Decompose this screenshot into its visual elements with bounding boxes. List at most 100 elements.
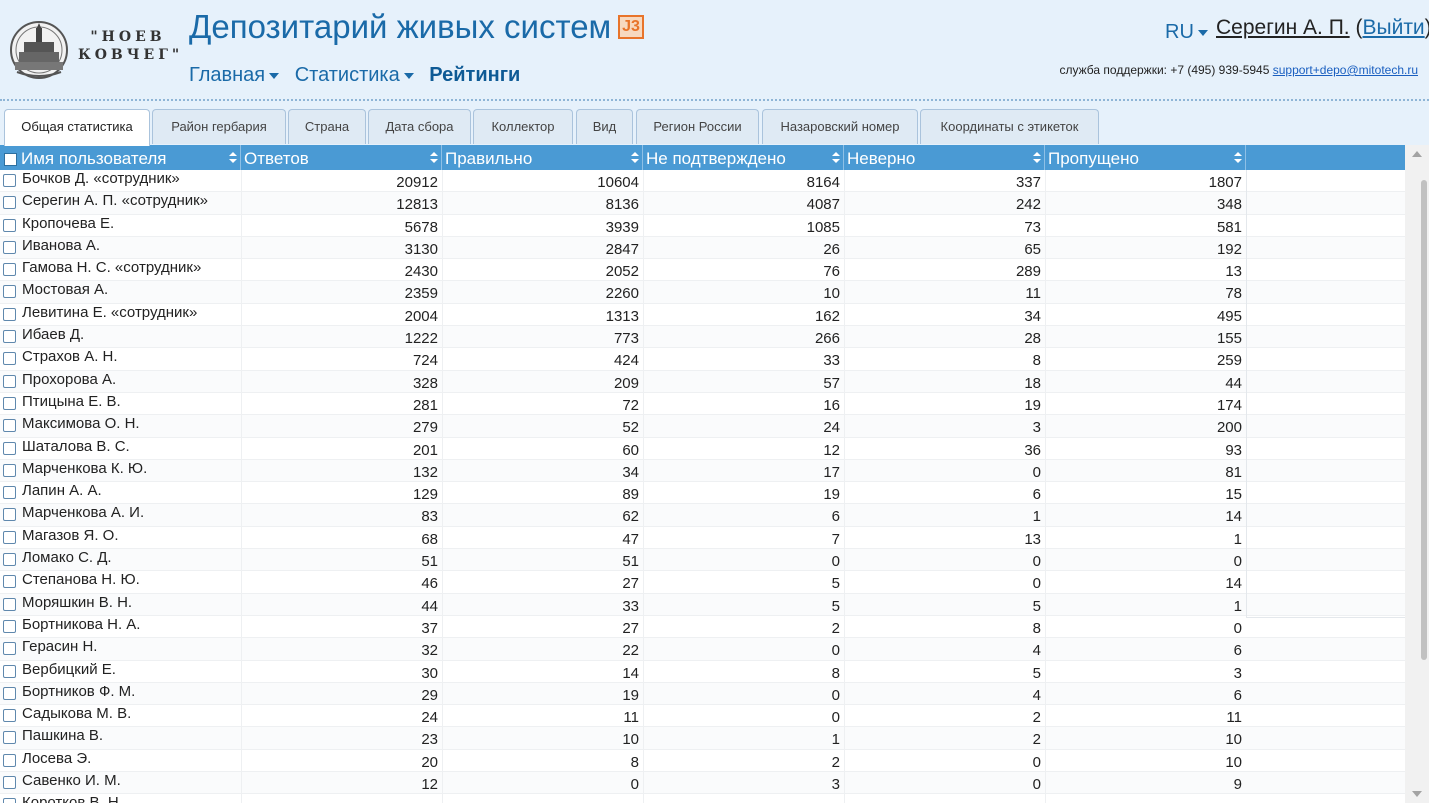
row-checkbox[interactable] — [3, 642, 16, 656]
table-row[interactable]: Бортникова Н. А. 37 27 2 8 0 — [0, 615, 1405, 639]
table-row[interactable]: Левитина Е. «сотрудник» 2004 1313 162 34 495 — [0, 303, 1405, 327]
row-checkbox[interactable] — [3, 174, 16, 187]
row-checkbox[interactable] — [3, 798, 16, 803]
main-nav: Главная Статистика Рейтинги — [189, 64, 530, 87]
row-checkbox[interactable] — [3, 776, 16, 790]
row-checkbox[interactable] — [3, 575, 16, 589]
row-checkbox[interactable] — [3, 196, 16, 210]
column-header-username[interactable]: Имя пользователя — [18, 145, 241, 170]
table-row[interactable]: Марченкова К. Ю. 132 34 17 0 81 — [0, 459, 1405, 483]
column-header-correct[interactable]: Правильно — [442, 145, 643, 170]
row-checkbox[interactable] — [3, 374, 16, 388]
tab-collection-date[interactable]: Дата сбора — [368, 109, 471, 144]
row-checkbox[interactable] — [3, 530, 16, 544]
select-all-checkbox[interactable] — [4, 153, 17, 166]
scrollbar-thumb[interactable] — [1421, 180, 1427, 660]
nav-item-home[interactable]: Главная — [189, 64, 280, 86]
tab-bar: Общая статистика Район гербария Страна Д… — [0, 103, 1429, 146]
row-checkbox[interactable] — [3, 664, 16, 678]
row-checkbox[interactable] — [3, 753, 16, 767]
vertical-scrollbar[interactable] — [1405, 145, 1429, 803]
tab-collector[interactable]: Коллектор — [473, 109, 573, 144]
page-header: "НОЕВ КОВЧЕГ" Депозитарий живых систем J… — [0, 0, 1429, 100]
row-checkbox[interactable] — [3, 709, 16, 723]
row-checkbox[interactable] — [3, 419, 16, 433]
row-checkbox[interactable] — [3, 285, 16, 299]
table-row[interactable]: Иванова А. 3130 2847 26 65 192 — [0, 236, 1405, 260]
row-checkbox[interactable] — [3, 619, 16, 633]
table-row[interactable]: Коротков В. Н. — [0, 794, 1405, 803]
row-checkbox[interactable] — [3, 597, 16, 611]
cell-unconfirmed: 5 — [831, 575, 840, 593]
table-row[interactable]: Максимова О. Н. 279 52 24 3 200 — [0, 415, 1405, 438]
column-header-skipped[interactable]: Пропущено — [1045, 145, 1246, 170]
nav-item-statistics[interactable]: Статистика — [295, 64, 414, 86]
tab-herbarium-region[interactable]: Район гербария — [152, 109, 286, 144]
table-row[interactable]: Бочков Д. «сотрудник» 20912 10604 8164 337 18… — [0, 170, 1405, 193]
table-row[interactable]: Бортников Ф. М. 29 19 0 4 6 — [0, 682, 1405, 706]
row-checkbox[interactable] — [3, 441, 16, 455]
column-header-incorrect[interactable]: Неверно — [844, 145, 1045, 170]
table-row[interactable]: Страхов А. Н. 724 424 33 8 259 — [0, 348, 1405, 371]
column-header-answers[interactable]: Ответов — [241, 145, 442, 170]
row-checkbox[interactable] — [3, 307, 16, 321]
table-row[interactable]: Марченкова А. И. 83 62 6 1 14 — [0, 504, 1405, 527]
row-checkbox[interactable] — [3, 263, 16, 277]
support-email-link[interactable]: support+depo@mitotech.ru — [1273, 63, 1418, 77]
scroll-down-arrow-icon[interactable] — [1412, 791, 1422, 797]
table-row[interactable]: Мостовая А. 2359 2260 10 11 78 — [0, 281, 1405, 304]
logout-link[interactable]: Выйти — [1362, 16, 1424, 39]
table-row[interactable]: Гамова Н. С. «сотрудник» 2430 2052 76 289 13 — [0, 259, 1405, 282]
row-checkbox[interactable] — [3, 330, 16, 344]
table-row[interactable]: Лосева Э. 20 8 2 0 10 — [0, 749, 1405, 773]
row-checkbox[interactable] — [3, 508, 16, 522]
column-header-unconfirmed[interactable]: Не подтверждено — [643, 145, 844, 170]
tab-russia-region[interactable]: Регион России — [636, 109, 759, 144]
table-row[interactable]: Ибаев Д. 1222 773 266 28 155 — [0, 326, 1405, 349]
table-row[interactable]: Степанова Н. Ю. 46 27 5 0 14 — [0, 571, 1405, 594]
cell-incorrect: 0 — [1032, 463, 1041, 481]
cell-correct: 2260 — [605, 285, 639, 303]
row-checkbox[interactable] — [3, 686, 16, 700]
scroll-up-arrow-icon[interactable] — [1412, 151, 1422, 157]
row-checkbox[interactable] — [3, 463, 16, 477]
tab-species[interactable]: Вид — [576, 109, 633, 144]
row-checkbox[interactable] — [3, 240, 16, 254]
tab-general-statistics[interactable]: Общая статистика — [4, 109, 150, 146]
row-checkbox[interactable] — [3, 553, 16, 567]
table-row[interactable]: Кропочева Е. 5678 3939 1085 73 581 — [0, 214, 1405, 237]
cell-unconfirmed: 1 — [831, 731, 840, 749]
language-selector[interactable]: RU — [1165, 21, 1208, 44]
table-row[interactable]: Шаталова В. С. 201 60 12 36 93 — [0, 437, 1405, 460]
row-checkbox[interactable] — [3, 396, 16, 410]
table-row[interactable]: Прохорова А. 328 209 57 18 44 — [0, 370, 1405, 393]
table-row[interactable]: Магазов Я. О. 68 47 7 13 1 — [0, 526, 1405, 550]
table-row[interactable]: Серегин А. П. «сотрудник» 12813 8136 4087 24… — [0, 192, 1405, 215]
tab-label-coordinates[interactable]: Координаты с этикеток — [920, 109, 1099, 144]
table-row[interactable]: Лапин А. А. 129 89 19 6 15 — [0, 482, 1405, 505]
cell-correct: 10604 — [597, 174, 639, 191]
table-row[interactable]: Птицына Е. В. 281 72 16 19 174 — [0, 392, 1405, 416]
table-row[interactable]: Вербицкий Е. 30 14 8 5 3 — [0, 660, 1405, 683]
cell-username: Птицына Е. В. — [22, 392, 121, 410]
table-row[interactable]: Моряшкин В. Н. 44 33 5 5 1 — [0, 593, 1405, 616]
table-row[interactable]: Герасин Н. 32 22 0 4 6 — [0, 638, 1405, 661]
table-row[interactable]: Садыкова М. В. 24 11 0 2 11 — [0, 705, 1405, 728]
chevron-down-icon — [269, 72, 280, 79]
nav-item-ratings[interactable]: Рейтинги — [429, 64, 520, 86]
cell-skipped: 15 — [1225, 486, 1242, 504]
row-checkbox[interactable] — [3, 218, 16, 232]
table-row[interactable]: Савенко И. М. 12 0 3 0 9 — [0, 772, 1405, 795]
cell-unconfirmed: 33 — [823, 352, 840, 370]
row-checkbox[interactable] — [3, 486, 16, 500]
row-checkbox[interactable] — [3, 352, 16, 366]
table-row[interactable]: Ломако С. Д. 51 51 0 0 0 — [0, 549, 1405, 572]
table-row[interactable]: Пашкина В. 23 10 1 2 10 — [0, 727, 1405, 750]
tab-country[interactable]: Страна — [288, 109, 366, 144]
user-name-link[interactable]: Серегин А. П. — [1216, 16, 1350, 39]
j3-badge-icon[interactable]: J3 — [618, 15, 644, 39]
tab-nazarov-number[interactable]: Назаровский номер — [762, 109, 918, 144]
row-checkbox[interactable] — [3, 731, 16, 745]
university-logo-icon[interactable] — [9, 20, 69, 80]
cell-skipped: 9 — [1233, 776, 1242, 794]
